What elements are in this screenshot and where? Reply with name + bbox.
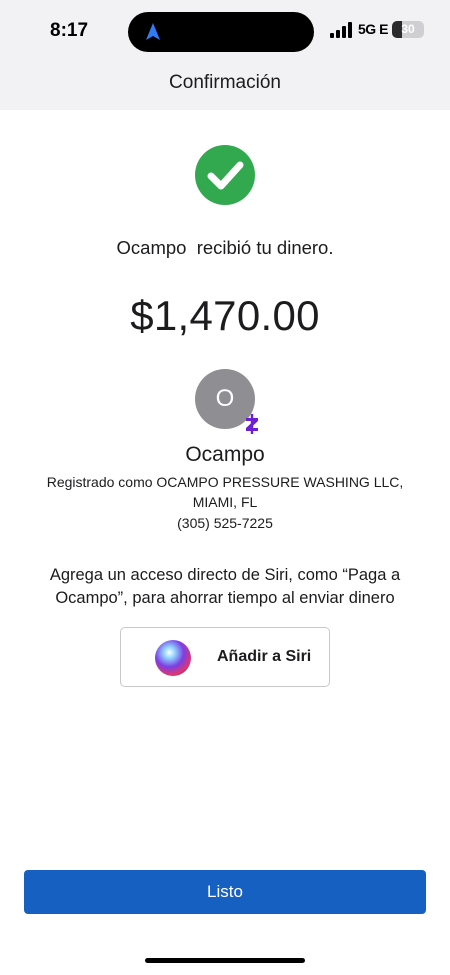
siri-shortcut-prompt: Agrega un acceso directo de Siri, como “… bbox=[49, 566, 401, 607]
done-button[interactable]: Listo bbox=[24, 870, 426, 914]
dynamic-island bbox=[128, 12, 314, 52]
recipient-name: Ocampo bbox=[185, 443, 265, 466]
registered-as-text: Registrado como OCAMPO PRESSURE WASHING … bbox=[46, 474, 404, 490]
battery-icon: 30 bbox=[392, 21, 424, 38]
status-bar: 8:17 5G E 30 bbox=[0, 0, 450, 62]
zelle-icon bbox=[246, 414, 258, 434]
add-to-siri-label: Añadir a Siri bbox=[217, 648, 312, 665]
location-arrow-icon bbox=[146, 23, 160, 40]
siri-icon bbox=[155, 640, 191, 676]
payment-amount: $1,470.00 bbox=[130, 292, 320, 339]
done-label: Listo bbox=[207, 882, 243, 901]
page-title: Confirmación bbox=[169, 72, 281, 93]
status-time: 8:17 bbox=[50, 20, 89, 41]
recipient-phone: (305) 525-7225 bbox=[177, 515, 273, 531]
network-type: 5G E bbox=[358, 21, 388, 37]
checkmark-circle-icon bbox=[195, 145, 255, 205]
add-to-siri-button[interactable]: Añadir a Siri bbox=[120, 627, 330, 687]
battery-level-text: 30 bbox=[401, 22, 415, 36]
home-indicator[interactable] bbox=[145, 958, 305, 963]
cellular-signal-icon bbox=[330, 22, 352, 38]
avatar-initial: O bbox=[215, 385, 235, 412]
nav-header: Confirmación bbox=[0, 62, 450, 110]
registered-location: MIAMI, FL bbox=[192, 494, 258, 510]
confirmation-message: Ocampo recibió tu dinero. bbox=[116, 237, 334, 258]
